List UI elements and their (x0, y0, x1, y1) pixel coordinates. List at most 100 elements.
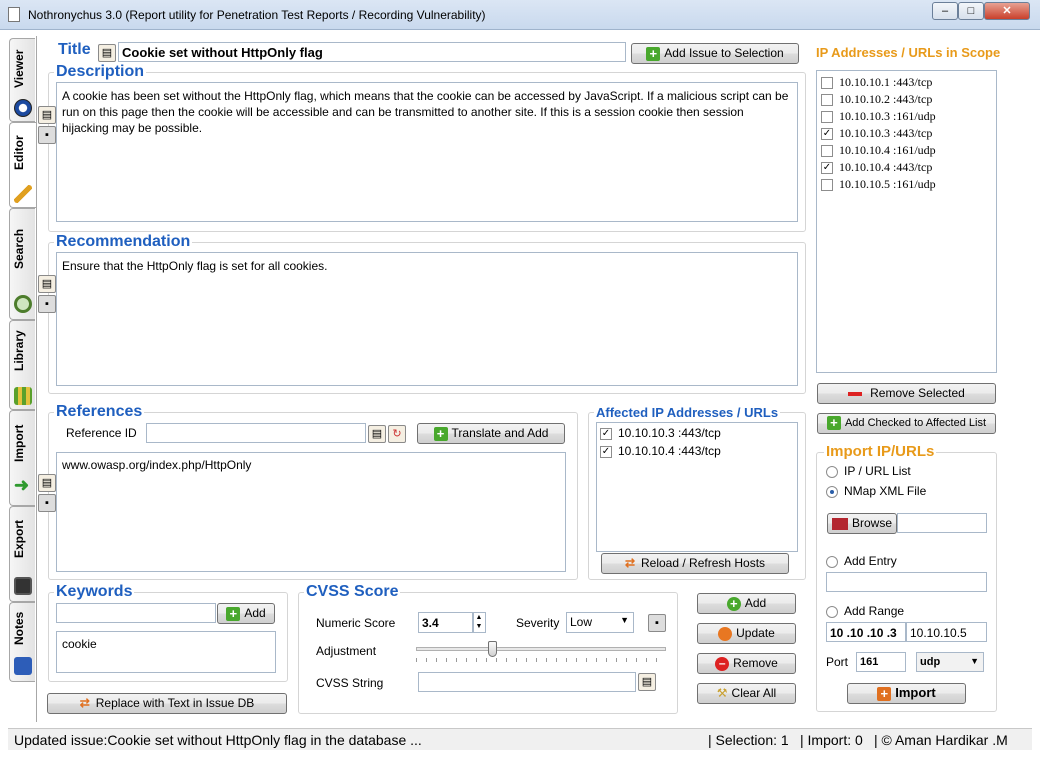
checkbox-unchecked[interactable] (821, 94, 833, 107)
paste-recommendation-icon[interactable]: ▤ (38, 275, 56, 293)
keywords-list[interactable]: cookie (56, 631, 276, 673)
option-add-range[interactable]: Add Range (826, 604, 904, 618)
adjustment-label: Adjustment (316, 644, 377, 658)
save-references-icon[interactable]: ▪ (38, 494, 56, 512)
remove-button[interactable]: – Remove (697, 653, 796, 674)
port-label: Port (826, 655, 849, 669)
save-description-icon[interactable]: ▪ (38, 126, 56, 144)
tab-search-label: Search (12, 228, 26, 270)
adjustment-slider[interactable] (416, 647, 666, 651)
paste-references-icon[interactable]: ▤ (38, 474, 56, 492)
scope-item-text: 10.10.10.4 :443/tcp (839, 160, 933, 174)
tab-notes-label: Notes (12, 611, 26, 645)
option-ip-list[interactable]: IP / URL List (826, 464, 911, 478)
tab-search[interactable]: Search (9, 208, 35, 320)
scope-item[interactable]: 10.10.10.2 :443/tcp (821, 92, 992, 109)
checkbox-checked[interactable]: ✓ (821, 162, 833, 175)
remove-selected-button[interactable]: Remove Selected (817, 383, 996, 404)
refresh-icon[interactable]: ↻ (388, 425, 406, 443)
affected-item[interactable]: ✓ 10.10.10.3 :443/tcp (600, 426, 794, 444)
tab-library[interactable]: Library (9, 320, 35, 410)
save-recommendation-icon[interactable]: ▪ (38, 295, 56, 313)
tab-editor[interactable]: Editor (9, 122, 37, 208)
paste-title-icon[interactable]: ▤ (98, 44, 116, 62)
replace-text-button[interactable]: ⇄ Replace with Text in Issue DB (47, 693, 287, 714)
reload-hosts-button[interactable]: ⇄ Reload / Refresh Hosts (601, 553, 789, 574)
remove-label: Remove (733, 656, 778, 670)
minimize-button[interactable]: – (932, 2, 958, 20)
port-input[interactable]: 161 (856, 652, 906, 672)
add-checked-button[interactable]: + Add Checked to Affected List (817, 413, 996, 434)
paste-reference-icon[interactable]: ▤ (368, 425, 386, 443)
radio-unselected[interactable] (826, 465, 838, 478)
keyword-input[interactable] (56, 603, 216, 623)
scope-item[interactable]: ✓ 10.10.10.4 :443/tcp (821, 160, 992, 177)
paste-description-icon[interactable]: ▤ (38, 106, 56, 124)
scope-item-text: 10.10.10.4 :161/udp (839, 143, 936, 157)
tab-export[interactable]: Export (9, 506, 35, 602)
maximize-button[interactable]: □ (958, 2, 984, 20)
reload-icon: ⇄ (624, 556, 635, 570)
radio-unselected[interactable] (826, 605, 838, 618)
translate-add-button[interactable]: + Translate and Add (417, 423, 565, 444)
browse-path-input[interactable] (897, 513, 987, 533)
scope-label: IP Addresses / URLs in Scope (816, 45, 1001, 60)
status-message: Updated issue:Cookie set without HttpOnl… (14, 732, 422, 748)
radio-unselected[interactable] (826, 555, 838, 568)
add-entry-input[interactable] (826, 572, 987, 592)
update-icon (718, 626, 733, 641)
notebook-icon (14, 657, 32, 675)
recommendation-textarea[interactable]: Ensure that the HttpOnly flag is set for… (56, 252, 798, 386)
radio-selected[interactable] (826, 485, 838, 498)
add-button[interactable]: + Add (697, 593, 796, 614)
save-cvss-icon[interactable]: ▪ (648, 614, 666, 632)
affected-item-text: 10.10.10.3 :443/tcp (618, 426, 721, 440)
range-end-input[interactable]: 10.10.10.5 (906, 622, 987, 642)
keyword-add-label: Add (244, 606, 266, 620)
minus-icon (848, 391, 863, 396)
scope-item[interactable]: 10.10.10.4 :161/udp (821, 143, 992, 160)
minus-icon: – (715, 656, 730, 671)
range-start-input[interactable]: 10 .10 .10 .3 (826, 622, 906, 642)
references-textarea[interactable]: www.owasp.org/index.php/HttpOnly (56, 452, 566, 572)
close-button[interactable]: ✕ (984, 2, 1030, 20)
checkbox-unchecked[interactable] (821, 111, 833, 124)
scope-item[interactable]: 10.10.10.1 :443/tcp (821, 75, 992, 92)
checkbox-checked[interactable]: ✓ (600, 445, 612, 458)
severity-select[interactable]: Low ▼ (566, 612, 634, 633)
scope-item[interactable]: 10.10.10.5 :161/udp (821, 177, 992, 194)
checkbox-unchecked[interactable] (821, 77, 833, 90)
update-button[interactable]: Update (697, 623, 796, 644)
checkbox-checked[interactable]: ✓ (821, 128, 833, 141)
chevron-down-icon: ▼ (620, 615, 629, 625)
slider-ticks (416, 658, 666, 662)
add-issue-button[interactable]: + Add Issue to Selection (631, 43, 799, 64)
checkbox-unchecked[interactable] (821, 179, 833, 192)
scope-item[interactable]: 10.10.10.3 :161/udp (821, 109, 992, 126)
scope-item[interactable]: ✓ 10.10.10.3 :443/tcp (821, 126, 992, 143)
cvss-string-input[interactable] (418, 672, 636, 692)
slider-thumb[interactable] (488, 641, 498, 657)
tab-import[interactable]: Import ➜ (9, 410, 35, 506)
description-textarea[interactable]: A cookie has been set without the HttpOn… (56, 82, 798, 222)
clear-all-button[interactable]: ⚒ Clear All (697, 683, 796, 704)
reference-id-input[interactable] (146, 423, 366, 443)
paste-cvss-icon[interactable]: ▤ (638, 673, 656, 691)
tab-viewer[interactable]: Viewer (9, 38, 35, 122)
import-button[interactable]: + Import (847, 683, 966, 704)
option-nmap[interactable]: NMap XML File (826, 484, 926, 498)
title-input[interactable]: Cookie set without HttpOnly flag (118, 42, 626, 62)
severity-value: Low (570, 615, 593, 629)
browse-button[interactable]: Browse (827, 513, 897, 534)
tab-notes[interactable]: Notes (9, 602, 35, 682)
score-spinner[interactable]: ▲ ▼ (472, 612, 486, 633)
disk-icon (14, 577, 32, 595)
numeric-score-input[interactable]: 3.4 (418, 612, 474, 633)
option-add-entry[interactable]: Add Entry (826, 554, 897, 568)
checkbox-checked[interactable]: ✓ (600, 427, 612, 440)
replace-text-label: Replace with Text in Issue DB (95, 696, 255, 710)
affected-item[interactable]: ✓ 10.10.10.4 :443/tcp (600, 444, 794, 462)
protocol-select[interactable]: udp ▼ (916, 652, 984, 672)
keyword-add-button[interactable]: + Add (217, 603, 275, 624)
checkbox-unchecked[interactable] (821, 145, 833, 158)
